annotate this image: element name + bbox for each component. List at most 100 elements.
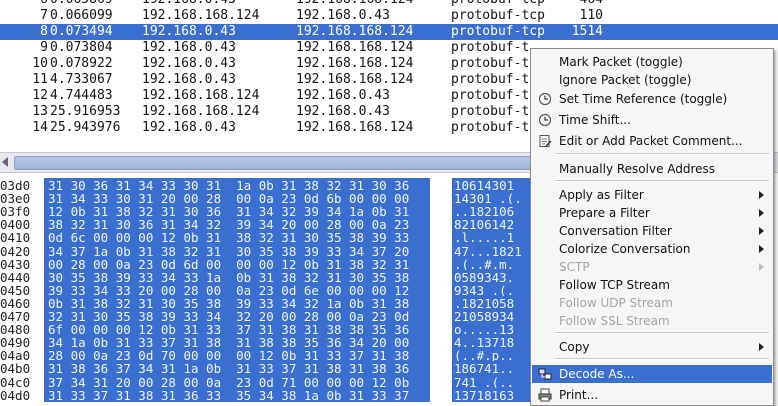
packet-cell-proto: protobuf-t [451,120,530,135]
packet-cell-proto: protobuf-t [451,72,530,87]
packet-cell-dst: 192.168.0.43 [296,104,390,119]
menu-item-label: Follow TCP Stream [559,278,670,292]
packet-cell-len: 110 [579,8,603,23]
menu-item-follow-ssl-stream: Follow SSL Stream [532,312,772,330]
menu-item-packet-comment[interactable]: Edit or Add Packet Comment... [532,132,772,150]
packet-cell-src: 192.168.0.43 [142,0,236,8]
packet-cell-len: 464 [533,0,603,8]
menu-separator [555,332,769,334]
ascii-bytes: 13718163 [452,387,532,402]
packet-cell-time: 0.065869 [50,0,113,8]
clock-icon [538,113,552,127]
packet-cell-time: 0.073494 [50,24,113,39]
packet-cell-proto: protobuf-tcp [451,0,545,8]
packet-cell-src: 192.168.0.43 [142,56,236,71]
packet-cell-no: 10 [32,56,48,71]
menu-item-label: Manually Resolve Address [559,162,716,176]
packet-cell-src: 192.168.0.43 [142,120,236,135]
decode-icon [538,368,552,380]
menu-item-label: Apply as Filter [559,188,644,202]
packet-cell-dst: 192.168.0.43 [296,8,390,23]
submenu-arrow-icon [759,245,764,253]
packet-cell-time: 0.066099 [50,8,113,23]
menu-item-decode-as[interactable]: Decode As... [532,365,772,383]
submenu-arrow-icon [759,191,764,199]
context-menu: Mark Packet (toggle) Ignore Packet (togg… [530,48,774,406]
packet-cell-no: 7 [40,8,48,23]
byte-offset: 04d0 [0,387,44,402]
menu-item-set-time-reference[interactable]: Set Time Reference (toggle) [532,90,772,108]
packet-cell-dst: 192.168.0.43 [296,88,390,103]
scrollbar-thumb[interactable] [14,156,556,170]
packet-cell-proto: protobuf-t [451,40,530,55]
menu-item-sctp: SCTP [532,258,772,276]
packet-cell-dst: 192.168.168.124 [296,40,414,55]
menu-item-conversation-filter[interactable]: Conversation Filter [532,222,772,240]
menu-item-label: Time Shift... [559,113,631,127]
packet-cell-no: 6 [0,0,48,8]
printer-icon [538,388,552,402]
packet-cell-proto: protobuf-t [451,104,530,119]
packet-cell-src: 192.168.168.124 [142,8,260,23]
packet-cell-src: 192.168.0.43 [142,40,236,55]
packet-cell-src: 192.168.0.43 [142,24,236,39]
packet-cell-dst: 192.168.168.124 [296,120,414,135]
packet-cell-no: 11 [32,72,48,87]
packet-cell-time: 0.078922 [50,56,113,71]
menu-item-print[interactable]: Print... [532,386,772,404]
menu-item-time-shift[interactable]: Time Shift... [532,111,772,129]
menu-item-label: Colorize Conversation [559,242,691,256]
hex-bytes: 31 33 37 31 38 31 36 33 35 34 38 1a 0b 3… [44,387,430,402]
menu-item-label: Set Time Reference (toggle) [559,92,728,106]
menu-item-follow-tcp-stream[interactable]: Follow TCP Stream [532,276,772,294]
packet-cell-proto: protobuf-t [451,88,530,103]
submenu-arrow-icon [759,343,764,351]
menu-item-follow-udp-stream: Follow UDP Stream [532,294,772,312]
packet-cell-time: 4.744483 [50,88,113,103]
menu-item-colorize-conversation[interactable]: Colorize Conversation [532,240,772,258]
packet-cell-no: 13 [32,104,48,119]
clock-icon [538,92,552,106]
comment-edit-icon [539,135,552,147]
menu-item-label: Follow SSL Stream [559,314,670,328]
packet-cell-src: 192.168.168.124 [142,104,260,119]
menu-separator [555,153,769,155]
packet-cell-src: 192.168.168.124 [142,88,260,103]
menu-item-resolve-address[interactable]: Manually Resolve Address [532,160,772,178]
submenu-arrow-icon [759,227,764,235]
packet-cell-proto: protobuf-tcp [451,8,545,23]
packet-cell-src: 192.168.0.43 [142,72,236,87]
submenu-arrow-icon [759,209,764,217]
packet-cell-proto: protobuf-tcp [451,24,545,39]
menu-separator [555,358,769,360]
menu-item-label: Ignore Packet (toggle) [559,73,692,87]
menu-item-ignore-packet[interactable]: Ignore Packet (toggle) [532,71,772,89]
menu-item-apply-as-filter[interactable]: Apply as Filter [532,186,772,204]
packet-cell-dst: 192.168.168.124 [296,24,414,39]
packet-cell-proto: protobuf-t [451,56,530,71]
packet-row[interactable]: 60.065869 192.168.0.43 192.168.168.124 prot… [0,0,778,8]
packet-cell-no: 14 [32,120,48,135]
packet-cell-dst: 192.168.168.124 [296,56,414,71]
menu-item-label: Print... [559,388,599,402]
packet-cell-len: 1514 [571,24,603,39]
menu-item-copy[interactable]: Copy [532,338,772,356]
packet-cell-no: 9 [40,40,48,55]
menu-separator [555,180,769,182]
menu-item-label: Edit or Add Packet Comment... [559,134,743,148]
packet-cell-time: 4.733067 [50,72,113,87]
packet-cell-no: 8 [40,24,48,39]
packet-cell-dst: 192.168.168.124 [296,0,413,8]
scroll-left-arrow-icon[interactable] [2,157,8,167]
menu-item-label: Mark Packet (toggle) [559,55,683,69]
packet-row[interactable]: 7 0.066099 192.168.168.124 192.168.0.43 prot… [0,8,778,24]
menu-item-label: Follow UDP Stream [559,296,673,310]
gap [430,387,452,402]
menu-item-label: Conversation Filter [559,224,672,238]
packet-row[interactable]: 8 0.073494 192.168.0.43 192.168.168.124 prot… [0,24,778,40]
menu-item-mark-packet[interactable]: Mark Packet (toggle) [532,53,772,71]
menu-item-prepare-filter[interactable]: Prepare a Filter [532,204,772,222]
menu-item-label: Decode As... [559,367,635,381]
packet-cell-time: 0.073804 [50,40,113,55]
menu-item-label: SCTP [559,260,590,274]
